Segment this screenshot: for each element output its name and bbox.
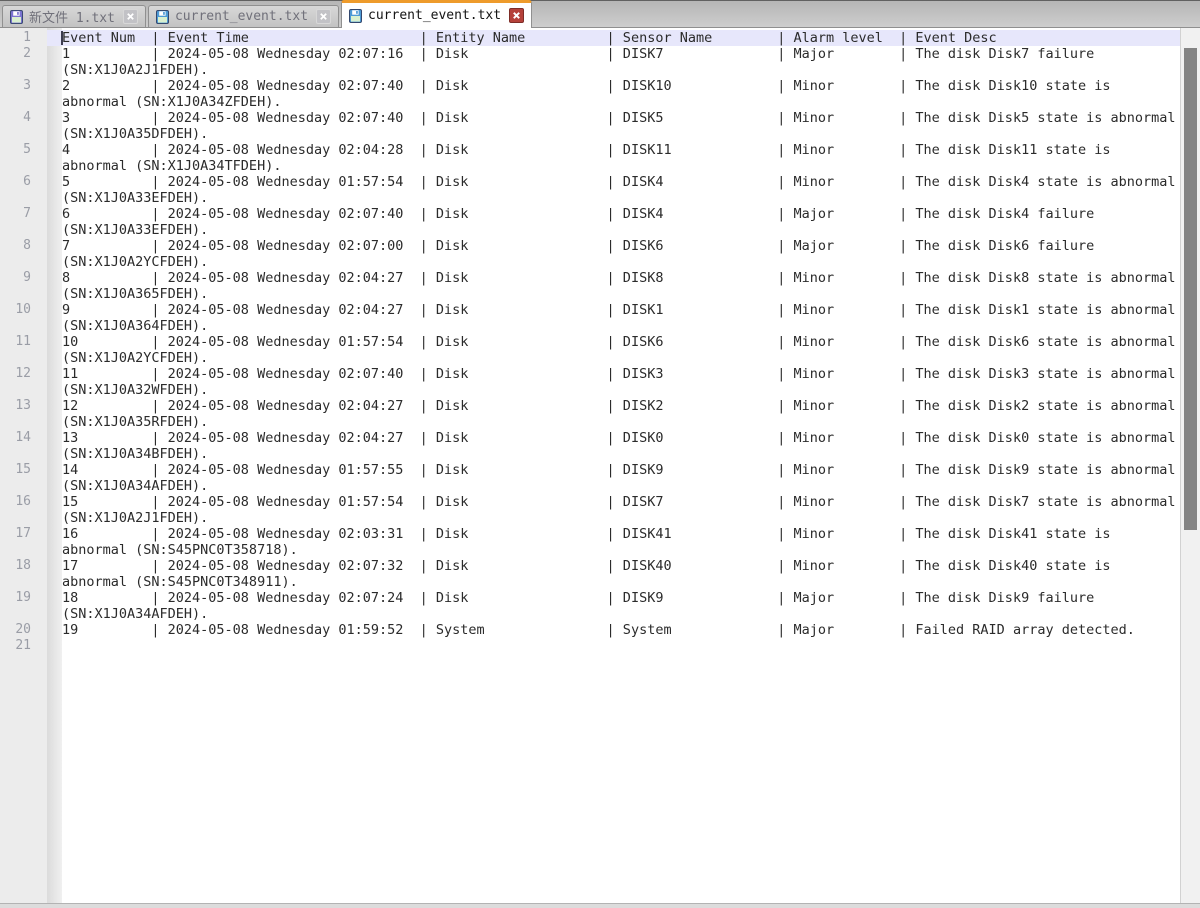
line-text[interactable]: 17 | 2024-05-08 Wednesday 02:07:32 | Dis… <box>31 558 1110 590</box>
line-number: 11 <box>0 334 31 350</box>
editor-line: 1312 | 2024-05-08 Wednesday 02:04:27 | D… <box>0 398 1180 430</box>
editor-line: 1110 | 2024-05-08 Wednesday 01:57:54 | D… <box>0 334 1180 366</box>
line-text[interactable]: 3 | 2024-05-08 Wednesday 02:07:40 | Disk… <box>31 110 1176 142</box>
line-text[interactable]: 2 | 2024-05-08 Wednesday 02:07:40 | Disk… <box>31 78 1110 110</box>
close-icon[interactable] <box>509 8 524 23</box>
tab-label: 新文件 1.txt <box>29 7 115 26</box>
line-text[interactable]: 14 | 2024-05-08 Wednesday 01:57:55 | Dis… <box>31 462 1176 494</box>
line-text[interactable]: 12 | 2024-05-08 Wednesday 02:04:27 | Dis… <box>31 398 1176 430</box>
close-icon[interactable] <box>123 9 138 24</box>
text-caret <box>61 31 63 45</box>
line-text[interactable]: 13 | 2024-05-08 Wednesday 02:04:27 | Dis… <box>31 430 1176 462</box>
editor-line: 1817 | 2024-05-08 Wednesday 02:07:32 | D… <box>0 558 1180 590</box>
line-text[interactable]: Event Num | Event Time | Entity Name | S… <box>31 30 997 46</box>
line-text[interactable]: 7 | 2024-05-08 Wednesday 02:07:00 | Disk… <box>31 238 1094 270</box>
floppy-icon <box>156 10 169 24</box>
text-editor[interactable]: 1Event Num | Event Time | Entity Name | … <box>0 28 1180 903</box>
line-number: 14 <box>0 430 31 446</box>
line-number: 13 <box>0 398 31 414</box>
line-text[interactable]: 4 | 2024-05-08 Wednesday 02:04:28 | Disk… <box>31 142 1110 174</box>
editor-line: 21 | 2024-05-08 Wednesday 02:07:16 | Dis… <box>0 46 1180 78</box>
line-number: 2 <box>0 46 31 62</box>
editor-line: 54 | 2024-05-08 Wednesday 02:04:28 | Dis… <box>0 142 1180 174</box>
line-number: 9 <box>0 270 31 286</box>
line-text[interactable]: 9 | 2024-05-08 Wednesday 02:04:27 | Disk… <box>31 302 1176 334</box>
line-text[interactable]: 18 | 2024-05-08 Wednesday 02:07:24 | Dis… <box>31 590 1094 622</box>
line-number: 15 <box>0 462 31 478</box>
line-number: 17 <box>0 526 31 542</box>
floppy-icon <box>349 9 362 23</box>
line-number: 19 <box>0 590 31 606</box>
editor-line: 109 | 2024-05-08 Wednesday 02:04:27 | Di… <box>0 302 1180 334</box>
line-number: 6 <box>0 174 31 190</box>
line-text[interactable]: 10 | 2024-05-08 Wednesday 01:57:54 | Dis… <box>31 334 1176 366</box>
line-text[interactable]: 1 | 2024-05-08 Wednesday 02:07:16 | Disk… <box>31 46 1094 78</box>
line-text[interactable]: 6 | 2024-05-08 Wednesday 02:07:40 | Disk… <box>31 206 1094 238</box>
line-text[interactable] <box>31 638 62 654</box>
line-number: 3 <box>0 78 31 94</box>
line-text[interactable]: 15 | 2024-05-08 Wednesday 01:57:54 | Dis… <box>31 494 1176 526</box>
editor-line: 98 | 2024-05-08 Wednesday 02:04:27 | Dis… <box>0 270 1180 302</box>
editor-line: 87 | 2024-05-08 Wednesday 02:07:00 | Dis… <box>0 238 1180 270</box>
editor-line: 65 | 2024-05-08 Wednesday 01:57:54 | Dis… <box>0 174 1180 206</box>
line-text[interactable]: 5 | 2024-05-08 Wednesday 01:57:54 | Disk… <box>31 174 1176 206</box>
close-icon[interactable] <box>316 9 331 24</box>
line-text[interactable]: 11 | 2024-05-08 Wednesday 02:07:40 | Dis… <box>31 366 1176 398</box>
line-text[interactable]: 16 | 2024-05-08 Wednesday 02:03:31 | Dis… <box>31 526 1110 558</box>
line-number: 12 <box>0 366 31 382</box>
editor-line: 2019 | 2024-05-08 Wednesday 01:59:52 | S… <box>0 622 1180 638</box>
vertical-scrollbar-thumb[interactable] <box>1184 48 1197 530</box>
editor-line: 1Event Num | Event Time | Entity Name | … <box>0 30 1180 46</box>
editor-line: 43 | 2024-05-08 Wednesday 02:07:40 | Dis… <box>0 110 1180 142</box>
tab-label: current_event.txt <box>175 9 308 24</box>
editor-line: 1716 | 2024-05-08 Wednesday 02:03:31 | D… <box>0 526 1180 558</box>
line-number: 21 <box>0 638 31 654</box>
editor-line: 1211 | 2024-05-08 Wednesday 02:07:40 | D… <box>0 366 1180 398</box>
horizontal-scrollbar[interactable] <box>0 903 1200 908</box>
vertical-scrollbar[interactable] <box>1180 28 1200 903</box>
editor-line: 76 | 2024-05-08 Wednesday 02:07:40 | Dis… <box>0 206 1180 238</box>
editor-line: 1514 | 2024-05-08 Wednesday 01:57:55 | D… <box>0 462 1180 494</box>
line-number: 1 <box>0 30 31 46</box>
app-window: { "tab_bar": { "tabs": [ { "label": "新文件… <box>0 0 1200 908</box>
tab-current-event-1[interactable]: current_event.txt <box>148 5 339 27</box>
editor-line: 1918 | 2024-05-08 Wednesday 02:07:24 | D… <box>0 590 1180 622</box>
line-number: 8 <box>0 238 31 254</box>
editor-line: 1413 | 2024-05-08 Wednesday 02:04:27 | D… <box>0 430 1180 462</box>
line-number: 16 <box>0 494 31 510</box>
tab-bar: 新文件 1.txt current_event.txt current_even… <box>0 0 1200 28</box>
floppy-icon <box>10 10 23 24</box>
line-number: 10 <box>0 302 31 318</box>
editor-lines: 1Event Num | Event Time | Entity Name | … <box>0 30 1180 654</box>
tab-current-event-2-active[interactable]: current_event.txt <box>341 0 532 28</box>
line-text[interactable]: 8 | 2024-05-08 Wednesday 02:04:27 | Disk… <box>31 270 1176 302</box>
line-number: 5 <box>0 142 31 158</box>
line-number: 18 <box>0 558 31 574</box>
line-number: 7 <box>0 206 31 222</box>
tab-label: current_event.txt <box>368 8 501 23</box>
editor-line: 21 <box>0 638 1180 654</box>
tab-new-file-1[interactable]: 新文件 1.txt <box>2 5 146 27</box>
editor-line: 1615 | 2024-05-08 Wednesday 01:57:54 | D… <box>0 494 1180 526</box>
line-number: 4 <box>0 110 31 126</box>
editor-line: 32 | 2024-05-08 Wednesday 02:07:40 | Dis… <box>0 78 1180 110</box>
line-number: 20 <box>0 622 31 638</box>
line-text[interactable]: 19 | 2024-05-08 Wednesday 01:59:52 | Sys… <box>31 622 1135 638</box>
